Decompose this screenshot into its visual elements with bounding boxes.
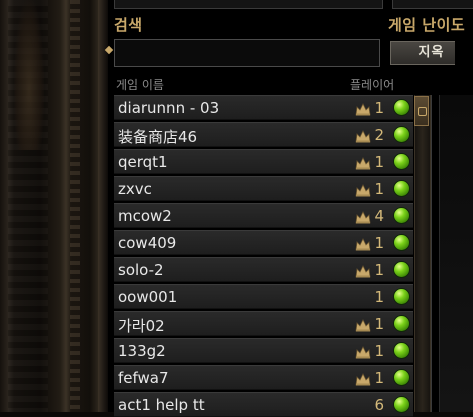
game-name: act1 help tt	[118, 396, 205, 414]
crown-icon	[355, 263, 371, 278]
player-count: 4	[374, 207, 384, 225]
game-name: qerqt1	[118, 153, 168, 171]
crown-icon	[355, 236, 371, 251]
search-field[interactable]	[114, 39, 380, 67]
crown-icon	[355, 317, 371, 332]
search-input[interactable]	[115, 40, 379, 66]
game-name: zxvc	[118, 180, 152, 198]
game-row[interactable]: act1 help tt 6	[114, 392, 413, 417]
status-orb-icon	[394, 235, 409, 250]
player-count: 1	[374, 234, 384, 252]
game-name: 133g2	[118, 342, 166, 360]
game-name: diarunnn - 03	[118, 99, 220, 117]
status-orb-icon	[394, 397, 409, 412]
top-field-strip-right	[392, 0, 473, 9]
crown-icon	[355, 182, 371, 197]
game-row[interactable]: fefwa7 1	[114, 365, 413, 390]
status-orb-icon	[394, 316, 409, 331]
status-orb-icon	[394, 289, 409, 304]
game-name: 가라02	[118, 317, 165, 335]
difficulty-value: 지옥	[418, 45, 445, 60]
crown-icon	[355, 128, 371, 143]
top-field-strip	[114, 0, 383, 9]
game-row[interactable]: qerqt1 1	[114, 149, 413, 174]
game-name: cow409	[118, 234, 177, 252]
crown-icon	[355, 209, 371, 224]
game-row[interactable]: cow409 1	[114, 230, 413, 255]
search-label: 검색	[114, 16, 143, 34]
player-count: 1	[374, 153, 384, 171]
status-orb-icon	[394, 127, 409, 142]
status-orb-icon	[394, 154, 409, 169]
gothic-ornament	[14, 0, 44, 150]
game-row[interactable]: oow001 1	[114, 284, 413, 309]
player-count: 1	[374, 99, 384, 117]
status-orb-icon	[394, 100, 409, 115]
game-row[interactable]: solo-2 1	[114, 257, 413, 282]
player-count: 1	[374, 261, 384, 279]
game-name: fefwa7	[118, 369, 169, 387]
game-row[interactable]: diarunnn - 03 1	[114, 95, 413, 120]
player-count: 2	[374, 126, 384, 144]
player-count: 1	[374, 288, 384, 306]
game-name: oow001	[118, 288, 178, 306]
crown-icon	[355, 344, 371, 359]
player-count: 1	[374, 180, 384, 198]
chain-ornament	[70, 0, 80, 412]
status-orb-icon	[394, 208, 409, 223]
game-name: mcow2	[118, 207, 172, 225]
player-count: 1	[374, 369, 384, 387]
difficulty-dropdown-button[interactable]	[455, 41, 473, 65]
game-row[interactable]: 装备商店46 2	[114, 122, 413, 147]
game-row[interactable]: mcow2 4	[114, 203, 413, 228]
crown-icon	[355, 101, 371, 116]
game-list: diarunnn - 03 1 装备商店46 2 qerqt1 1 zxvc 1 mcow2 4 c…	[114, 95, 413, 417]
crown-icon	[355, 371, 371, 386]
decorative-left-frame	[0, 0, 110, 412]
status-orb-icon	[394, 181, 409, 196]
player-count: 1	[374, 342, 384, 360]
game-row[interactable]: zxvc 1	[114, 176, 413, 201]
game-details-panel	[439, 95, 473, 412]
scrollbar-track[interactable]	[414, 95, 431, 412]
game-row[interactable]: 가라02 1	[114, 311, 413, 336]
game-name: solo-2	[118, 261, 164, 279]
difficulty-label: 게임 난이도	[388, 16, 466, 34]
crown-icon	[355, 155, 371, 170]
player-count: 6	[374, 396, 384, 414]
column-header-players[interactable]: 플레이어	[350, 76, 394, 93]
column-header-game-name[interactable]: 게임 이름	[116, 76, 164, 93]
status-orb-icon	[394, 262, 409, 277]
pillar-ornament	[98, 0, 108, 412]
player-count: 1	[374, 315, 384, 333]
status-orb-icon	[394, 370, 409, 385]
game-row[interactable]: 133g2 1	[114, 338, 413, 363]
scrollbar-thumb[interactable]	[414, 96, 429, 126]
game-name: 装备商店46	[118, 128, 198, 146]
status-orb-icon	[394, 343, 409, 358]
